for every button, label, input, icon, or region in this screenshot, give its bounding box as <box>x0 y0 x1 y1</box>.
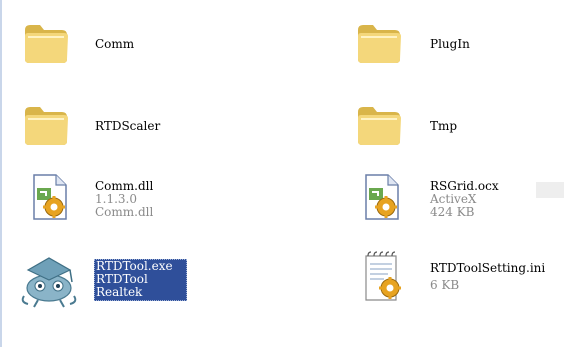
file-size: 6 KB <box>430 278 460 292</box>
file-item-rtdscaler-folder[interactable]: RTDScaler <box>22 100 182 150</box>
file-name: RTDScaler <box>95 119 161 133</box>
settings-file-icon <box>360 250 408 304</box>
window-left-edge <box>0 0 2 347</box>
file-item-comm-folder[interactable]: Comm <box>22 18 182 68</box>
file-item-rtdtoolsetting-ini[interactable]: RTDToolSetting.ini 6 KB <box>360 250 560 310</box>
file-item-comm-dll[interactable]: Comm.dll 1.1.3.0 Comm.dll <box>28 172 198 232</box>
folder-icon <box>22 20 70 66</box>
faint-background-patch <box>536 182 564 198</box>
dll-file-icon <box>28 172 72 222</box>
file-item-plugin-folder[interactable]: PlugIn <box>355 18 535 68</box>
folder-icon <box>22 102 70 148</box>
file-name: RTDToolSetting.ini <box>430 261 546 275</box>
folder-icon <box>355 102 403 148</box>
file-size: 424 KB <box>430 205 475 219</box>
file-description: Comm.dll <box>95 205 154 219</box>
file-name: Tmp <box>430 119 458 133</box>
file-company: Realtek <box>96 285 143 299</box>
file-item-rsgrid-ocx[interactable]: RSGrid.ocx ActiveX 424 KB <box>360 172 540 232</box>
activex-file-icon <box>360 172 404 222</box>
application-icon <box>18 252 80 308</box>
file-name: PlugIn <box>430 37 470 51</box>
file-item-tmp-folder[interactable]: Tmp <box>355 100 535 150</box>
file-name: Comm <box>95 37 135 51</box>
folder-icon <box>355 20 403 66</box>
